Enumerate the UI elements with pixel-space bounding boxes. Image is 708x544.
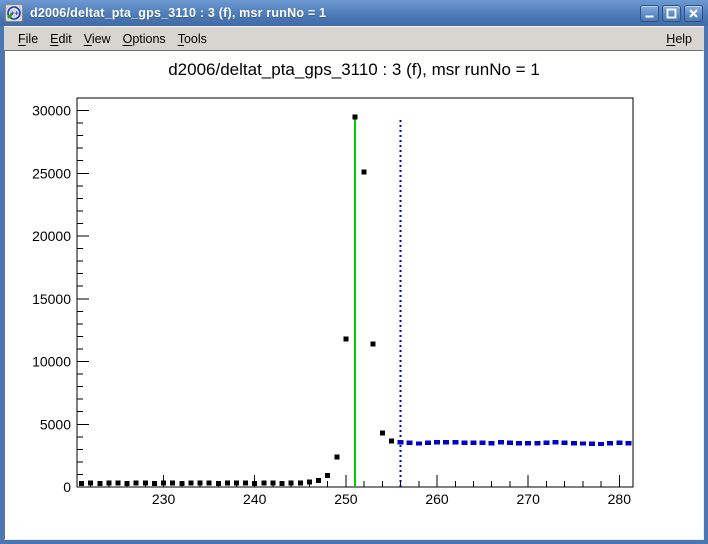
theory-fit-point [461, 440, 467, 444]
theory-fit-point [434, 440, 440, 444]
theory-fit-point [416, 441, 422, 445]
theory-fit-point [589, 442, 595, 446]
data-histogram-point [225, 481, 230, 486]
theory-fit-point [616, 441, 622, 445]
data-histogram-point [270, 481, 275, 486]
theory-fit-point [452, 440, 458, 444]
theory-fit-point [580, 441, 586, 445]
y-tick-label: 0 [63, 479, 71, 495]
data-histogram-point [243, 481, 248, 486]
y-tick-label: 10000 [32, 354, 71, 370]
theory-fit-point [425, 440, 431, 444]
menu-file[interactable]: File [12, 30, 44, 48]
theory-fit-point [543, 441, 549, 445]
data-histogram-point [134, 481, 139, 486]
y-tick-label: 20000 [32, 228, 71, 244]
x-tick-label: 250 [334, 491, 358, 507]
data-histogram-point [261, 481, 266, 486]
y-tick-label: 30000 [32, 103, 71, 119]
menu-view[interactable]: View [78, 30, 117, 48]
theory-fit-point [489, 441, 495, 445]
data-histogram-point [343, 336, 348, 341]
data-histogram-point [207, 481, 212, 486]
menubar-left: FileEditViewOptionsTools [12, 30, 213, 48]
menu-help[interactable]: Help [662, 30, 696, 48]
theory-fit-point [480, 441, 486, 445]
theory-fit-point [507, 441, 513, 445]
menu-tools[interactable]: Tools [172, 30, 213, 48]
data-histogram-point [106, 481, 111, 486]
x-tick-label: 240 [243, 491, 267, 507]
theory-fit-point [525, 441, 531, 445]
data-histogram-point [216, 481, 221, 486]
theory-fit-point [553, 440, 559, 444]
theory-fit-point [498, 440, 504, 444]
data-histogram-point [97, 481, 102, 486]
maximize-icon[interactable] [662, 5, 681, 22]
data-histogram-point [325, 473, 330, 478]
data-histogram-point [362, 170, 367, 175]
data-histogram-point [252, 481, 257, 486]
theory-fit-point [607, 441, 613, 445]
x-tick-label: 230 [152, 491, 176, 507]
titlebar[interactable]: ++ d2006/deltat_pta_gps_3110 : 3 (f), ms… [0, 0, 708, 26]
theory-fit-point [562, 440, 568, 444]
theory-fit-point [407, 441, 413, 445]
root-canvas-window: ++ d2006/deltat_pta_gps_3110 : 3 (f), ms… [0, 0, 708, 544]
data-histogram-point [371, 341, 376, 346]
minimize-icon[interactable] [640, 5, 659, 22]
theory-fit-point [398, 440, 404, 444]
data-histogram-point [179, 481, 184, 486]
data-histogram-point [88, 481, 93, 486]
theory-fit-point [443, 440, 449, 444]
menu-options[interactable]: Options [117, 30, 172, 48]
data-histogram-point [289, 481, 294, 486]
y-tick-label: 25000 [32, 165, 71, 181]
data-histogram-point [307, 480, 312, 485]
y-tick-label: 5000 [40, 416, 71, 432]
theory-fit-point [534, 441, 540, 445]
data-histogram-point [280, 481, 285, 486]
data-histogram-point [152, 481, 157, 486]
theory-fit-point [470, 440, 476, 444]
data-histogram-point [188, 481, 193, 486]
data-histogram-point [143, 480, 148, 485]
data-histogram-point [298, 480, 303, 485]
data-histogram-point [380, 431, 385, 436]
y-tick-label: 15000 [32, 291, 71, 307]
data-histogram-point [79, 481, 84, 486]
theory-fit-point [598, 442, 604, 446]
theory-fit-point [516, 441, 522, 445]
data-histogram-point [161, 481, 166, 486]
window-body: FileEditViewOptionsTools Help d2006/delt… [0, 26, 708, 544]
theory-fit-point [625, 441, 631, 445]
data-histogram-point [389, 439, 394, 444]
data-histogram-point [170, 481, 175, 486]
data-histogram-point [334, 454, 339, 459]
data-histogram-point [316, 478, 321, 483]
menu-edit[interactable]: Edit [44, 30, 78, 48]
data-histogram-point [234, 480, 239, 485]
theory-fit-point [571, 441, 577, 445]
menubar: FileEditViewOptionsTools Help [4, 26, 704, 50]
data-histogram-point [125, 481, 130, 486]
plot-svg[interactable]: 230 240 250 260 270 280 0 5000 10000 15000 20000 25… [5, 51, 703, 539]
data-histogram-point [116, 481, 121, 486]
close-icon[interactable] [684, 5, 703, 22]
root-canvas[interactable]: d2006/deltat_pta_gps_3110 : 3 (f), msr r… [4, 50, 704, 540]
data-histogram-point [198, 481, 203, 486]
root-app-icon: ++ [5, 4, 23, 22]
x-tick-label: 260 [425, 491, 449, 507]
window-title: d2006/deltat_pta_gps_3110 : 3 (f), msr r… [30, 6, 640, 20]
x-tick-label: 270 [517, 491, 541, 507]
data-histogram-point [353, 114, 358, 119]
x-tick-label: 280 [608, 491, 632, 507]
svg-text:++: ++ [10, 9, 19, 18]
